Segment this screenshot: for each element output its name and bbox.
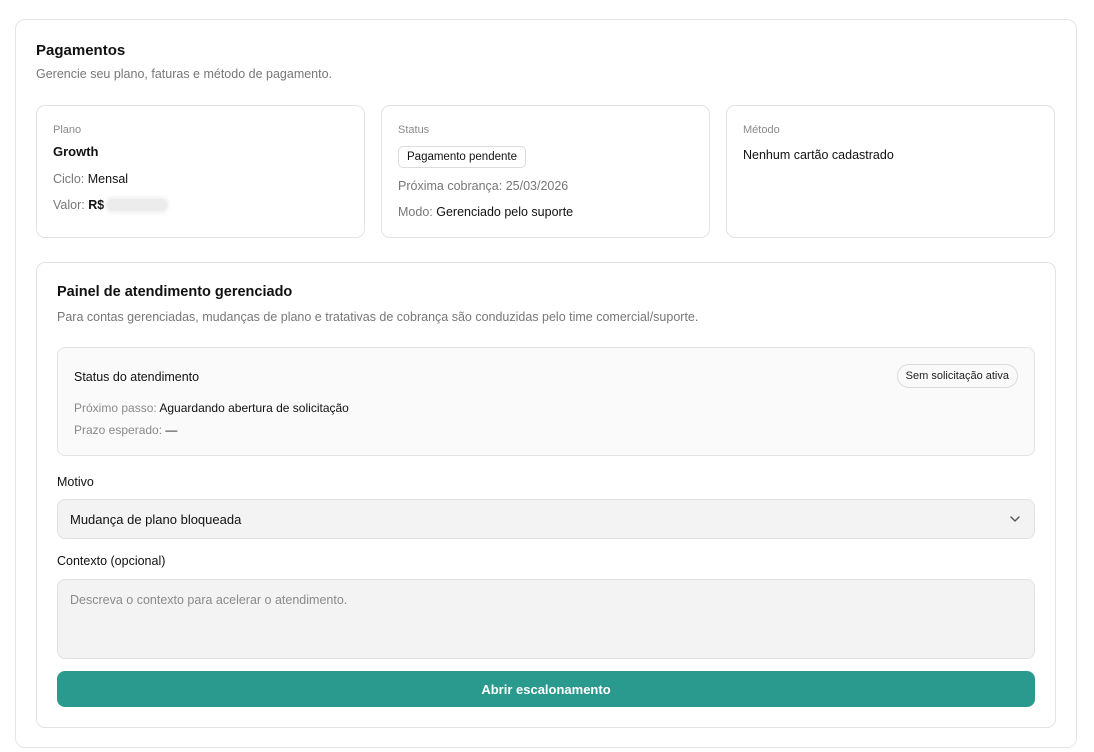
- deadline-row: Prazo esperado: —: [74, 423, 177, 437]
- plan-value-currency: R$: [88, 198, 105, 212]
- plan-cycle-label: Ciclo:: [53, 172, 85, 186]
- context-label: Contexto (opcional): [57, 554, 166, 568]
- next-charge-value: 25/03/2026: [505, 179, 569, 193]
- status-card-label: Status: [398, 124, 430, 136]
- panel-title: Painel de atendimento gerenciado: [57, 284, 293, 300]
- reason-selected-value: Mudança de plano bloqueada: [70, 512, 242, 527]
- plan-cycle-row: Ciclo: Mensal: [53, 172, 128, 186]
- page-title: Pagamentos: [36, 42, 126, 59]
- chevron-down-icon: [1010, 516, 1020, 522]
- next-step-value: Aguardando abertura de solicitação: [159, 401, 349, 415]
- plan-value-redacted: [107, 199, 168, 211]
- reason-select[interactable]: Mudança de plano bloqueada: [57, 499, 1035, 539]
- panel-subtitle: Para contas gerenciadas, mudanças de pla…: [57, 310, 699, 324]
- plan-value-row: Valor: R$: [53, 198, 168, 212]
- support-status-badge: Sem solicitação ativa: [896, 364, 1018, 388]
- next-charge-label: Próxima cobrança:: [398, 179, 503, 193]
- billing-mode-label: Modo:: [398, 205, 433, 219]
- payment-method-value: Nenhum cartão cadastrado: [743, 148, 894, 162]
- plan-card: Plano Growth Ciclo: Mensal Valor: R$: [36, 105, 365, 238]
- support-status-title: Status do atendimento: [74, 370, 200, 384]
- support-status-box: Status do atendimento Sem solicitação at…: [57, 347, 1035, 456]
- method-card-label: Método: [743, 124, 780, 136]
- deadline-value: —: [165, 423, 178, 437]
- billing-mode-row: Modo: Gerenciado pelo suporte: [398, 205, 573, 219]
- next-step-row: Próximo passo: Aguardando abertura de so…: [74, 401, 349, 415]
- deadline-label: Prazo esperado:: [74, 423, 163, 437]
- open-escalation-button[interactable]: Abrir escalonamento: [57, 671, 1035, 707]
- context-textarea[interactable]: [57, 579, 1035, 659]
- method-card: Método Nenhum cartão cadastrado: [726, 105, 1055, 238]
- billing-mode-value: Gerenciado pelo suporte: [436, 205, 574, 219]
- next-charge-row: Próxima cobrança: 25/03/2026: [398, 179, 568, 193]
- payments-section: Pagamentos Gerencie seu plano, faturas e…: [15, 19, 1077, 748]
- plan-name: Growth: [53, 144, 99, 159]
- next-step-label: Próximo passo:: [74, 401, 157, 415]
- plan-cycle-value: Mensal: [87, 172, 129, 186]
- reason-label: Motivo: [57, 475, 94, 489]
- managed-support-panel: Painel de atendimento gerenciado Para co…: [36, 262, 1056, 728]
- status-card: Status Pagamento pendente Próxima cobran…: [381, 105, 710, 238]
- plan-value-label: Valor:: [53, 198, 85, 212]
- plan-card-label: Plano: [53, 124, 82, 136]
- payment-status-badge: Pagamento pendente: [398, 146, 526, 168]
- page-subtitle: Gerencie seu plano, faturas e método de …: [36, 67, 333, 81]
